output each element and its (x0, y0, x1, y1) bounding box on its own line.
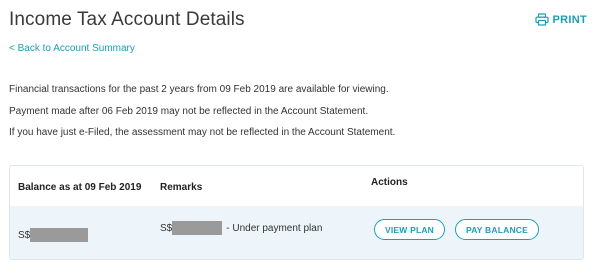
redacted-balance-amount (30, 228, 89, 242)
table-row: S$ S$ - Under payment plan VIEW PLAN PAY… (10, 206, 583, 259)
page-title: Income Tax Account Details (9, 9, 245, 30)
print-button[interactable]: PRINT (534, 13, 588, 26)
column-header-actions: Actions (371, 177, 408, 188)
view-plan-button[interactable]: VIEW PLAN (374, 219, 445, 240)
back-to-account-summary-link[interactable]: < Back to Account Summary (9, 43, 135, 54)
balance-cell: S$ (18, 228, 89, 242)
remarks-text: - Under payment plan (226, 222, 323, 234)
printer-icon (534, 13, 549, 26)
account-table: Balance as at 09 Feb 2019 Remarks Action… (9, 165, 584, 260)
remarks-cell: S$ - Under payment plan (160, 221, 322, 235)
info-text-payment: Payment made after 06 Feb 2019 may not b… (9, 106, 369, 117)
column-header-balance: Balance as at 09 Feb 2019 (18, 182, 142, 193)
redacted-remarks-amount (172, 221, 223, 235)
table-header: Balance as at 09 Feb 2019 Remarks Action… (10, 166, 583, 206)
info-text-efiled: If you have just e-Filed, the assessment… (9, 127, 396, 138)
info-text-transactions: Financial transactions for the past 2 ye… (9, 84, 389, 95)
remarks-currency: S$ (160, 222, 173, 234)
pay-balance-button[interactable]: PAY BALANCE (455, 219, 539, 240)
print-label: PRINT (552, 13, 587, 26)
column-header-remarks: Remarks (160, 182, 203, 193)
balance-currency: S$ (18, 229, 31, 241)
